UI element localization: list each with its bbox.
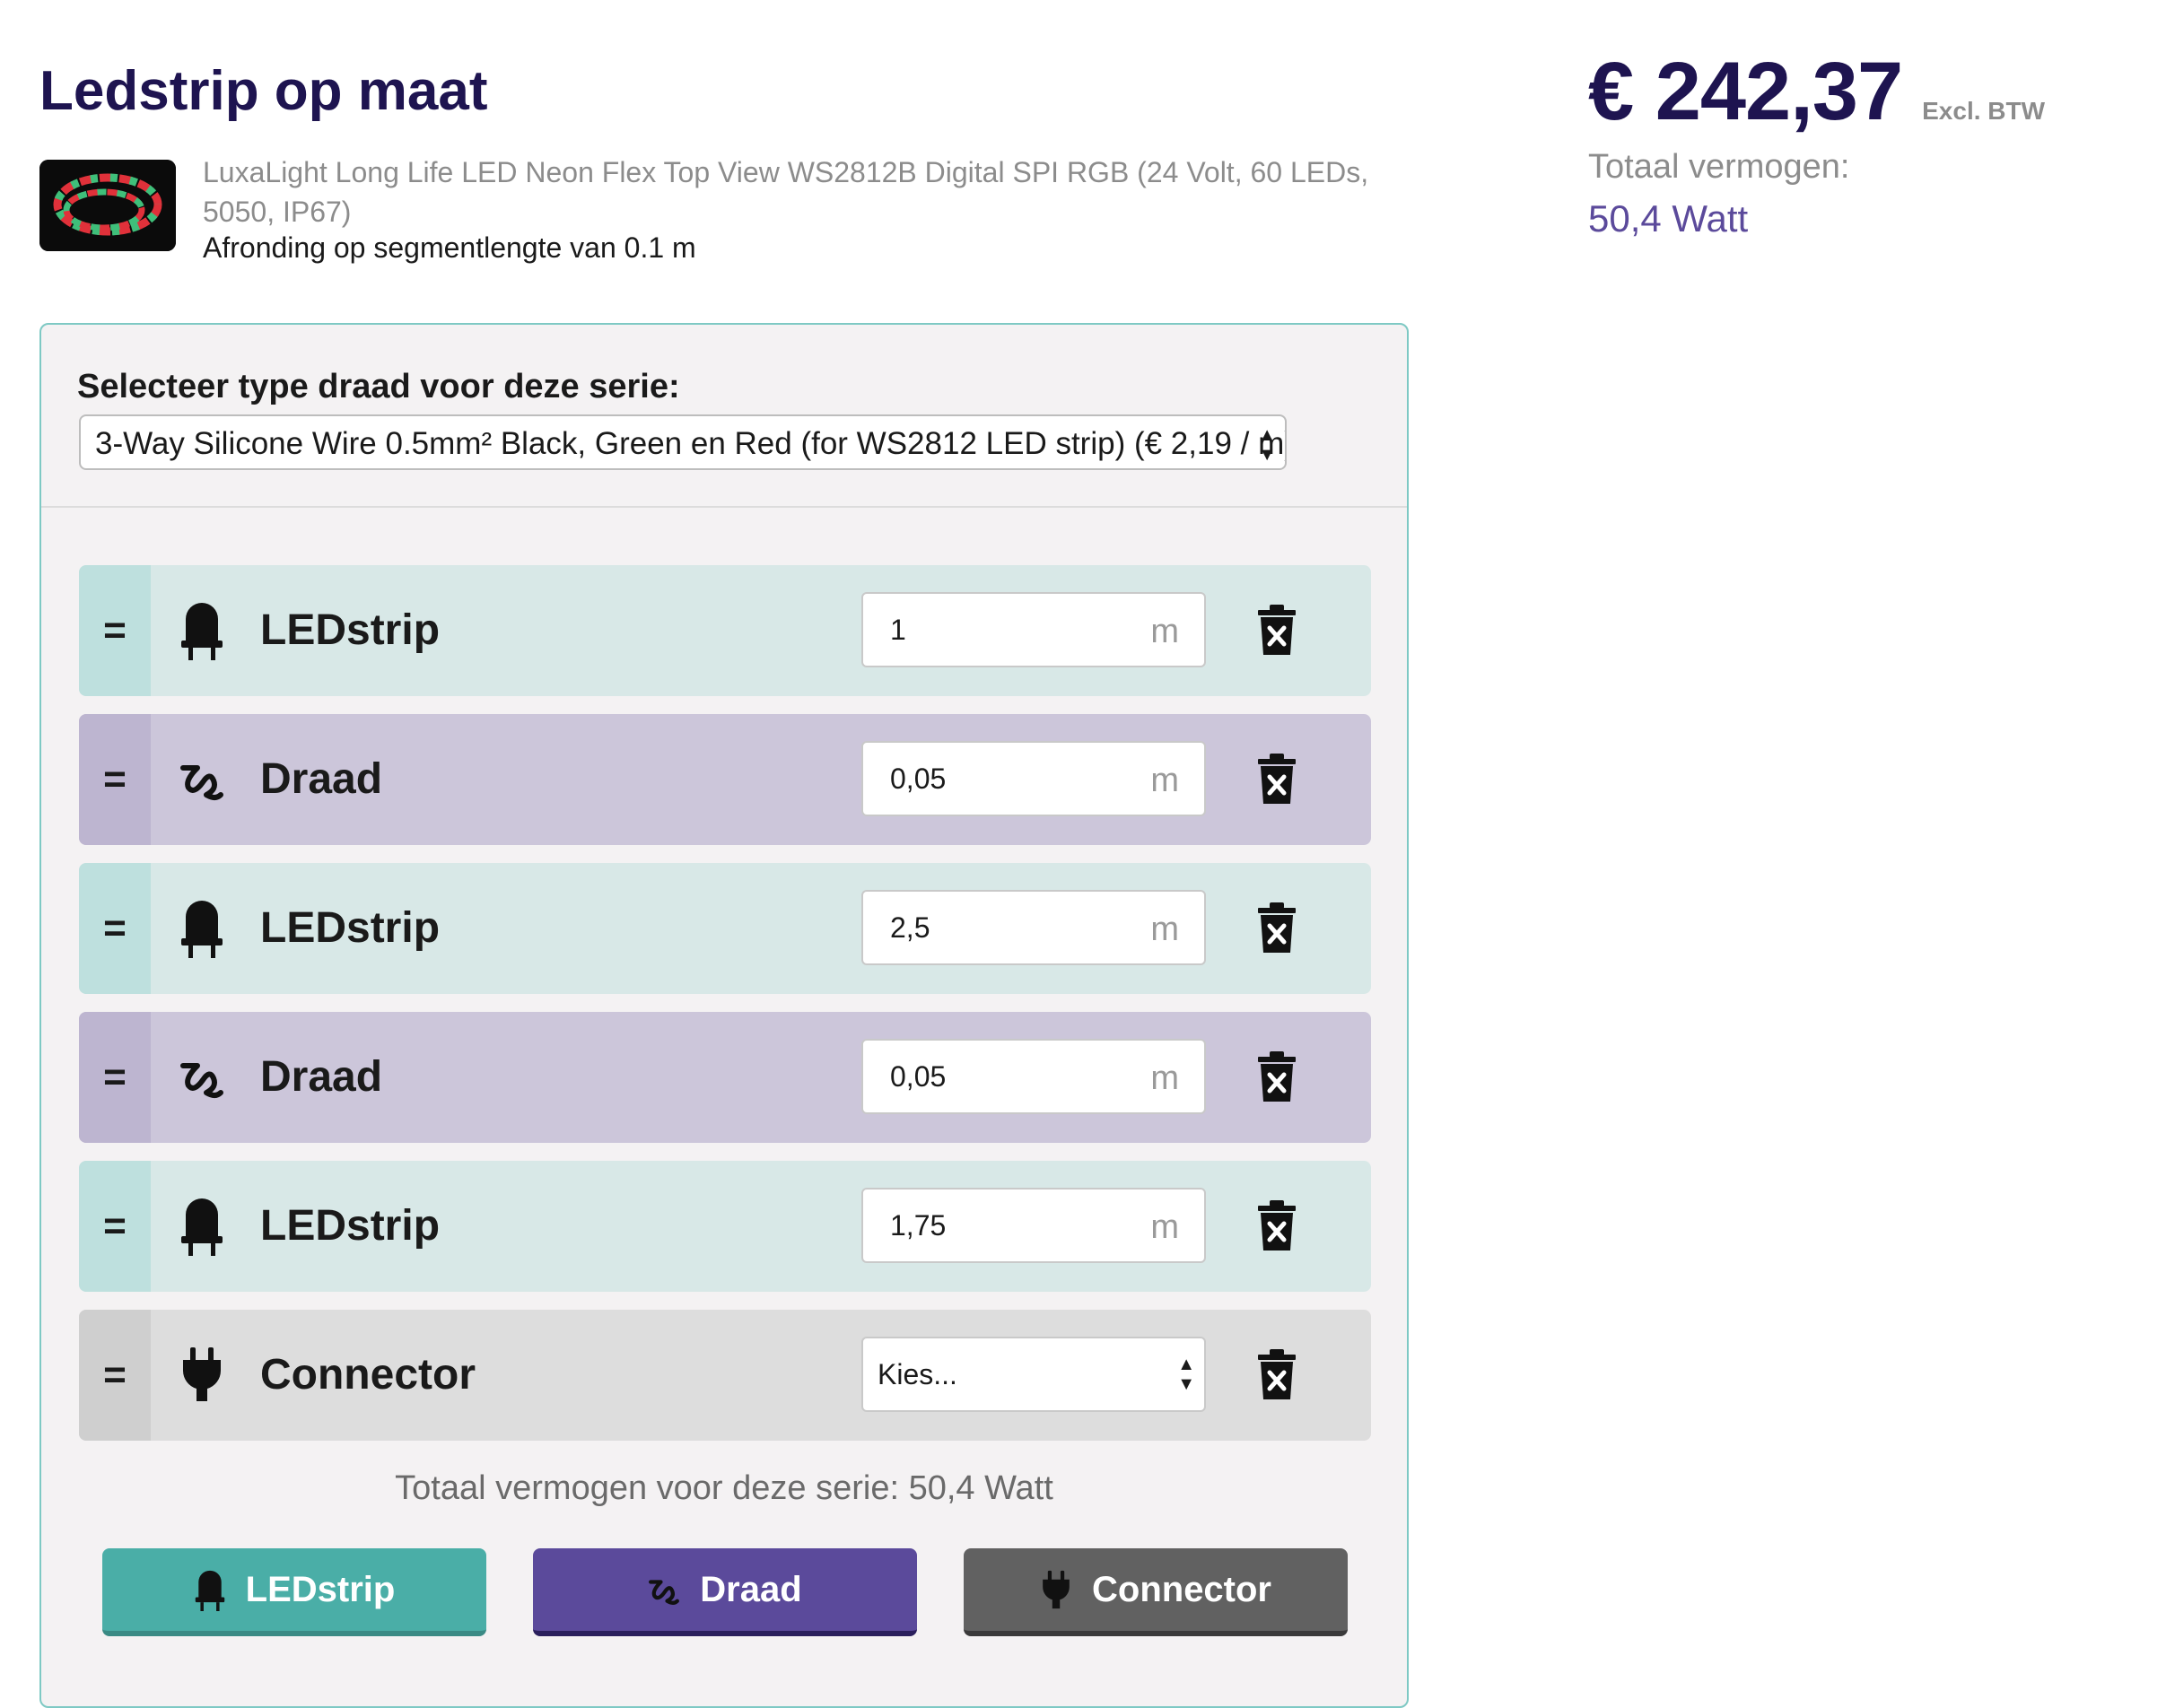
add-connector-button[interactable]: Connector bbox=[964, 1548, 1348, 1636]
total-power-label: Totaal vermogen: bbox=[1588, 148, 1850, 186]
wire-icon bbox=[179, 1046, 224, 1107]
total-price: € 242,37 bbox=[1588, 46, 1903, 137]
add-draad-button[interactable]: Draad bbox=[533, 1548, 917, 1636]
drag-handle-icon[interactable]: = bbox=[79, 1161, 151, 1292]
segment-label: LEDstrip bbox=[260, 1202, 441, 1250]
select-arrows-icon: ▲ ▼ bbox=[1258, 425, 1276, 465]
product-name: LuxaLight Long Life LED Neon Flex Top Vi… bbox=[203, 156, 1369, 228]
rounding-note: Afronding op segmentlengte van 0.1 m bbox=[203, 231, 696, 264]
segment-label: Draad bbox=[260, 755, 383, 803]
select-arrows-icon: ▲ ▼ bbox=[1177, 1355, 1195, 1394]
segment-row-connector: = Connector Kies... ▲ ▼ bbox=[79, 1310, 1371, 1441]
product-info: LuxaLight Long Life LED Neon Flex Top Vi… bbox=[39, 152, 1369, 269]
drag-handle-icon[interactable]: = bbox=[79, 863, 151, 994]
product-thumbnail bbox=[39, 160, 176, 251]
add-ledstrip-button[interactable]: LEDstrip bbox=[102, 1548, 486, 1636]
unit-label: m bbox=[1150, 1059, 1179, 1097]
wire-type-label: Selecteer type draad voor deze serie: bbox=[77, 368, 680, 405]
price-summary: € 242,37 Excl. BTW Totaal vermogen: 50,4… bbox=[1588, 45, 2127, 240]
trash-icon[interactable] bbox=[1256, 605, 1297, 655]
length-input[interactable]: 0,05 m bbox=[861, 1039, 1206, 1114]
drag-handle-icon[interactable]: = bbox=[79, 1012, 151, 1143]
connector-select[interactable]: Kies... ▲ ▼ bbox=[861, 1337, 1206, 1412]
drag-handle-icon[interactable]: = bbox=[79, 565, 151, 696]
trash-icon[interactable] bbox=[1256, 1200, 1297, 1250]
wire-icon bbox=[648, 1568, 680, 1611]
length-input[interactable]: 1 m bbox=[861, 592, 1206, 667]
segment-label: LEDstrip bbox=[260, 606, 441, 654]
led-icon bbox=[179, 897, 224, 958]
trash-icon[interactable] bbox=[1256, 902, 1297, 953]
wire-type-section: Selecteer type draad voor deze serie: 3-… bbox=[41, 325, 1407, 508]
segment-row-led: = LEDstrip 2,5 m bbox=[79, 863, 1371, 994]
segment-row-led: = LEDstrip 1 m bbox=[79, 565, 1371, 696]
trash-icon[interactable] bbox=[1256, 754, 1297, 804]
unit-label: m bbox=[1150, 911, 1179, 948]
segment-row-wire: = Draad 0,05 m bbox=[79, 714, 1371, 845]
plug-icon bbox=[1040, 1568, 1072, 1611]
unit-label: m bbox=[1150, 762, 1179, 799]
segment-row-wire: = Draad 0,05 m bbox=[79, 1012, 1371, 1143]
length-input[interactable]: 1,75 m bbox=[861, 1188, 1206, 1263]
trash-icon[interactable] bbox=[1256, 1349, 1297, 1399]
wire-type-select[interactable]: 3-Way Silicone Wire 0.5mm² Black, Green … bbox=[79, 414, 1287, 470]
length-input[interactable]: 0,05 m bbox=[861, 741, 1206, 816]
unit-label: m bbox=[1150, 1208, 1179, 1246]
segment-label: Connector bbox=[260, 1351, 476, 1399]
led-icon bbox=[179, 599, 224, 660]
page-title: Ledstrip op maat bbox=[39, 60, 488, 122]
price-note: Excl. BTW bbox=[1922, 97, 2046, 125]
plug-icon bbox=[179, 1344, 224, 1405]
wire-icon bbox=[179, 748, 224, 809]
series-panel: Selecteer type draad voor deze serie: 3-… bbox=[39, 323, 1409, 1708]
unit-label: m bbox=[1150, 613, 1179, 650]
segment-row-led: = LEDstrip 1,75 m bbox=[79, 1161, 1371, 1292]
drag-handle-icon[interactable]: = bbox=[79, 714, 151, 845]
led-icon bbox=[179, 1195, 224, 1256]
segment-list: = LEDstrip 1 m = Draad 0,05 m = LEDstrip… bbox=[79, 565, 1371, 1459]
wire-type-selected: 3-Way Silicone Wire 0.5mm² Black, Green … bbox=[95, 426, 1287, 461]
total-power-value: 50,4 Watt bbox=[1588, 197, 1749, 240]
segment-label: Draad bbox=[260, 1053, 383, 1101]
led-icon bbox=[194, 1568, 226, 1611]
trash-icon[interactable] bbox=[1256, 1051, 1297, 1102]
segment-label: LEDstrip bbox=[260, 904, 441, 952]
drag-handle-icon[interactable]: = bbox=[79, 1310, 151, 1441]
length-input[interactable]: 2,5 m bbox=[861, 890, 1206, 965]
series-power-text: Totaal vermogen voor deze serie: 50,4 Wa… bbox=[395, 1469, 1053, 1507]
